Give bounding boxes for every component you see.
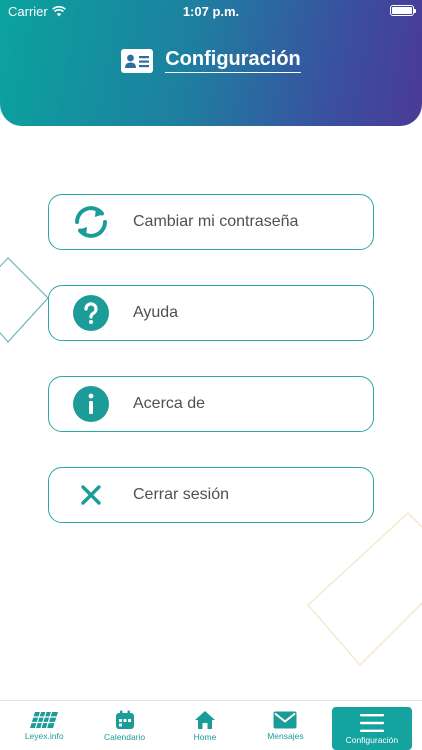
- help-label: Ayuda: [133, 304, 179, 321]
- tab-configuracion[interactable]: Configuración: [331, 707, 413, 750]
- about-button[interactable]: Acerca de: [48, 376, 374, 432]
- change-password-button[interactable]: Cambiar mi contraseña: [48, 194, 374, 250]
- status-bar: Carrier 1:07 p.m.: [0, 0, 422, 24]
- id-card-icon: [121, 48, 154, 73]
- tab-leyex[interactable]: Leyex.info: [4, 701, 84, 750]
- mail-icon: [273, 711, 297, 728]
- question-icon: [49, 295, 133, 331]
- page-title: Configuración: [165, 48, 301, 73]
- tab-configuracion-label: Configuración: [345, 734, 399, 745]
- tab-mensajes-label: Mensajes: [267, 730, 304, 741]
- calendar-icon: [115, 710, 134, 729]
- about-label: Acerca de: [133, 395, 206, 412]
- tab-calendario-label: Calendario: [104, 731, 146, 742]
- info-icon: [49, 386, 133, 422]
- status-time: 1:07 p.m.: [182, 4, 240, 19]
- logout-label: Cerrar sesión: [133, 486, 230, 503]
- help-button[interactable]: Ayuda: [48, 285, 374, 341]
- battery-icon: [390, 5, 416, 16]
- logout-button[interactable]: Cerrar sesión: [48, 467, 374, 523]
- home-icon: [195, 710, 216, 729]
- tab-home[interactable]: Home: [165, 701, 245, 750]
- tab-mensajes[interactable]: Mensajes: [245, 701, 325, 750]
- refresh-icon: [49, 203, 133, 241]
- header-title-group: Configuración: [0, 48, 422, 73]
- change-password-label: Cambiar mi contraseña: [133, 213, 299, 230]
- menu-icon: [359, 713, 384, 732]
- close-icon: [49, 484, 133, 506]
- tab-calendario[interactable]: Calendario: [84, 701, 164, 750]
- tab-bar: Leyex.info Calendario Home Mensajes Conf…: [0, 700, 422, 750]
- decorative-diamond-right: [307, 512, 422, 666]
- solar-panel-icon: [30, 711, 59, 728]
- tab-leyex-label: Leyex.info: [24, 730, 64, 741]
- tab-home-label: Home: [193, 731, 217, 742]
